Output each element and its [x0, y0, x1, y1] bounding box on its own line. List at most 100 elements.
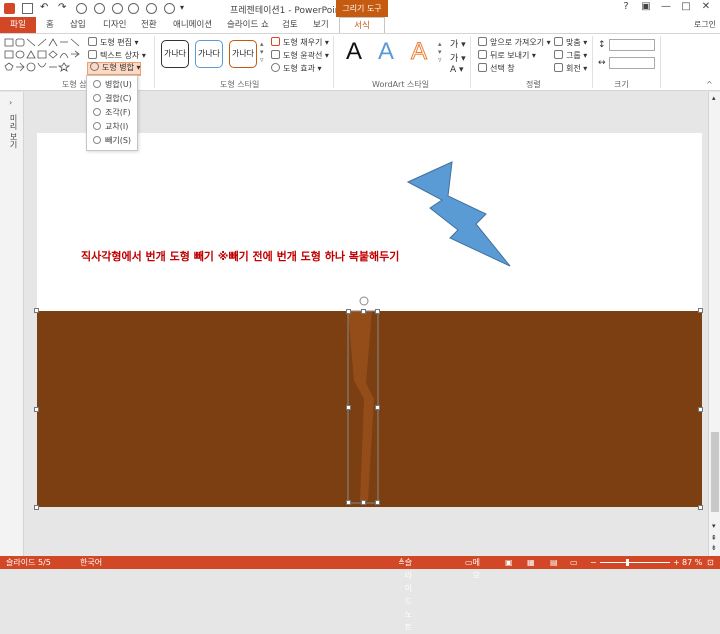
text-effects-icon[interactable]: A ▾ — [450, 65, 464, 75]
text-outline-icon[interactable]: 가 ▾ — [450, 51, 466, 64]
shape-gallery[interactable] — [4, 37, 82, 75]
tab-file[interactable]: 파일 — [0, 17, 36, 33]
edit-shape-button[interactable]: 도형 편집 ▾ — [88, 37, 139, 49]
bring-forward-button[interactable]: 앞으로 가져오기 ▾ — [478, 37, 551, 49]
tab-review[interactable]: 검토 — [282, 17, 298, 33]
normal-view-icon[interactable]: ▣ — [505, 556, 513, 569]
tab-animations[interactable]: 애니메이션 — [173, 17, 212, 33]
resize-handle[interactable] — [375, 309, 380, 314]
notes-button[interactable]: ≜ 슬라이드 노트 — [398, 556, 412, 632]
resize-handle[interactable] — [34, 407, 39, 412]
menu-item-subtract[interactable]: 빼기(S) — [93, 135, 131, 147]
customize-quick-access-icon[interactable]: ▾ — [180, 3, 191, 14]
shape-style-preset[interactable]: 가나다 — [229, 40, 257, 68]
minimize-icon[interactable]: — — [656, 1, 676, 12]
resize-handle[interactable] — [698, 505, 703, 510]
tab-home[interactable]: 홈 — [46, 17, 54, 33]
size-group-label: 크기 — [614, 80, 629, 89]
reading-view-icon[interactable]: ▤ — [550, 556, 558, 569]
text-fill-icon[interactable]: 가 ▾ — [450, 37, 466, 50]
selected-cutout-shape[interactable] — [340, 295, 382, 511]
quick-access-icon[interactable] — [94, 3, 105, 14]
menu-item-fragment[interactable]: 조각(F) — [93, 107, 131, 119]
quick-access-icon[interactable] — [164, 3, 175, 14]
shape-style-preset[interactable]: 가나다 — [195, 40, 223, 68]
resize-handle[interactable] — [346, 405, 351, 410]
resize-handle[interactable] — [34, 505, 39, 510]
tab-insert[interactable]: 삽입 — [70, 17, 86, 33]
slide-sorter-icon[interactable]: ▦ — [527, 556, 535, 569]
login-link[interactable]: 로그인 — [694, 17, 716, 33]
zoom-slider-thumb[interactable] — [626, 559, 629, 566]
wordart-style-orange-outline[interactable]: A — [410, 38, 427, 66]
expand-panel-icon[interactable]: › — [9, 98, 12, 107]
shape-fill-button[interactable]: 도형 채우기 ▾ — [271, 37, 329, 49]
rotate-button[interactable]: 회전 ▾ — [554, 63, 587, 75]
save-icon[interactable] — [22, 3, 33, 14]
comments-button[interactable]: ▭ 메모 — [465, 556, 480, 580]
resize-handle[interactable] — [698, 407, 703, 412]
zoom-slider[interactable] — [600, 562, 670, 563]
slideshow-icon[interactable]: ▭ — [570, 556, 578, 569]
scroll-thumb[interactable] — [711, 432, 719, 512]
merge-shapes-menu: 병합(U) 결합(C) 조각(F) 교차(I) 빼기(S) — [86, 75, 138, 151]
text-box-button[interactable]: 텍스트 상자 ▾ — [88, 50, 146, 62]
align-button[interactable]: 맞춤 ▾ — [554, 37, 587, 49]
redo-icon[interactable]: ↷ — [58, 3, 69, 14]
tab-transitions[interactable]: 전환 — [141, 17, 157, 33]
wordart-style-blue[interactable]: A — [378, 38, 394, 66]
zoom-out-icon[interactable]: − — [590, 556, 597, 569]
resize-handle[interactable] — [375, 500, 380, 505]
menu-item-intersect[interactable]: 교차(I) — [93, 121, 128, 133]
quick-access-icon[interactable] — [128, 3, 139, 14]
menu-item-combine[interactable]: 결합(C) — [93, 93, 132, 105]
wordart-gallery-scroll-icon[interactable]: ▴ ▾ ▿ — [438, 40, 442, 64]
quick-access-icon[interactable] — [112, 3, 123, 14]
lightning-bolt-shape[interactable] — [400, 160, 515, 270]
language-indicator[interactable]: 한국어 — [80, 556, 102, 569]
tab-slideshow[interactable]: 슬라이드 쇼 — [227, 17, 269, 33]
zoom-level[interactable]: 87 % — [682, 556, 702, 569]
ribbon-display-icon[interactable]: ▣ — [636, 1, 656, 12]
quick-access-icon[interactable] — [76, 3, 87, 14]
scroll-down-icon[interactable]: ▾ — [712, 522, 716, 530]
close-icon[interactable]: ✕ — [696, 1, 716, 12]
fit-slide-icon[interactable]: ⊡ — [707, 556, 714, 569]
resize-handle[interactable] — [361, 500, 366, 505]
height-input[interactable] — [609, 39, 655, 51]
vertical-scrollbar[interactable]: ▴ ▾ ⇞ ⇟ — [708, 92, 720, 556]
selection-pane-button[interactable]: 선택 창 — [478, 63, 515, 75]
undo-icon[interactable]: ↶ — [40, 3, 51, 14]
help-icon[interactable]: ? — [616, 1, 636, 12]
tab-format[interactable]: 서식 — [339, 17, 385, 33]
resize-handle[interactable] — [34, 308, 39, 313]
fragment-icon — [93, 108, 101, 116]
menu-item-union[interactable]: 병합(U) — [93, 79, 132, 91]
merge-shapes-active-label: 도형 병합 ▾ — [90, 62, 141, 74]
scroll-up-icon[interactable]: ▴ — [712, 94, 716, 102]
shape-star — [57, 62, 71, 72]
previous-slide-icon[interactable]: ⇞ — [711, 534, 717, 542]
next-slide-icon[interactable]: ⇟ — [711, 544, 717, 552]
resize-handle[interactable] — [375, 405, 380, 410]
group-button[interactable]: 그룹 ▾ — [554, 50, 587, 62]
zoom-in-icon[interactable]: + — [673, 556, 680, 569]
tab-view[interactable]: 보기 — [313, 17, 329, 33]
resize-handle[interactable] — [346, 309, 351, 314]
shape-outline-button[interactable]: 도형 윤곽선 ▾ — [271, 50, 329, 62]
resize-handle[interactable] — [361, 309, 366, 314]
send-backward-button[interactable]: 뒤로 보내기 ▾ — [478, 50, 536, 62]
tab-design[interactable]: 디자인 — [103, 17, 126, 33]
wordart-style-black[interactable]: A — [346, 38, 362, 66]
gallery-scroll-icon[interactable]: ▴ ▾ ▿ — [260, 40, 264, 64]
shape-effects-button[interactable]: 도형 효과 ▾ — [271, 63, 322, 75]
resize-handle[interactable] — [698, 308, 703, 313]
quick-access-icon[interactable] — [146, 3, 157, 14]
ribbon-separator — [660, 36, 661, 88]
shape-style-preset[interactable]: 가나다 — [161, 40, 189, 68]
collapse-ribbon-icon[interactable]: ^ — [706, 80, 713, 89]
resize-handle[interactable] — [346, 500, 351, 505]
text-box-icon — [88, 50, 97, 59]
width-input[interactable] — [609, 57, 655, 69]
maximize-icon[interactable]: □ — [676, 1, 696, 12]
